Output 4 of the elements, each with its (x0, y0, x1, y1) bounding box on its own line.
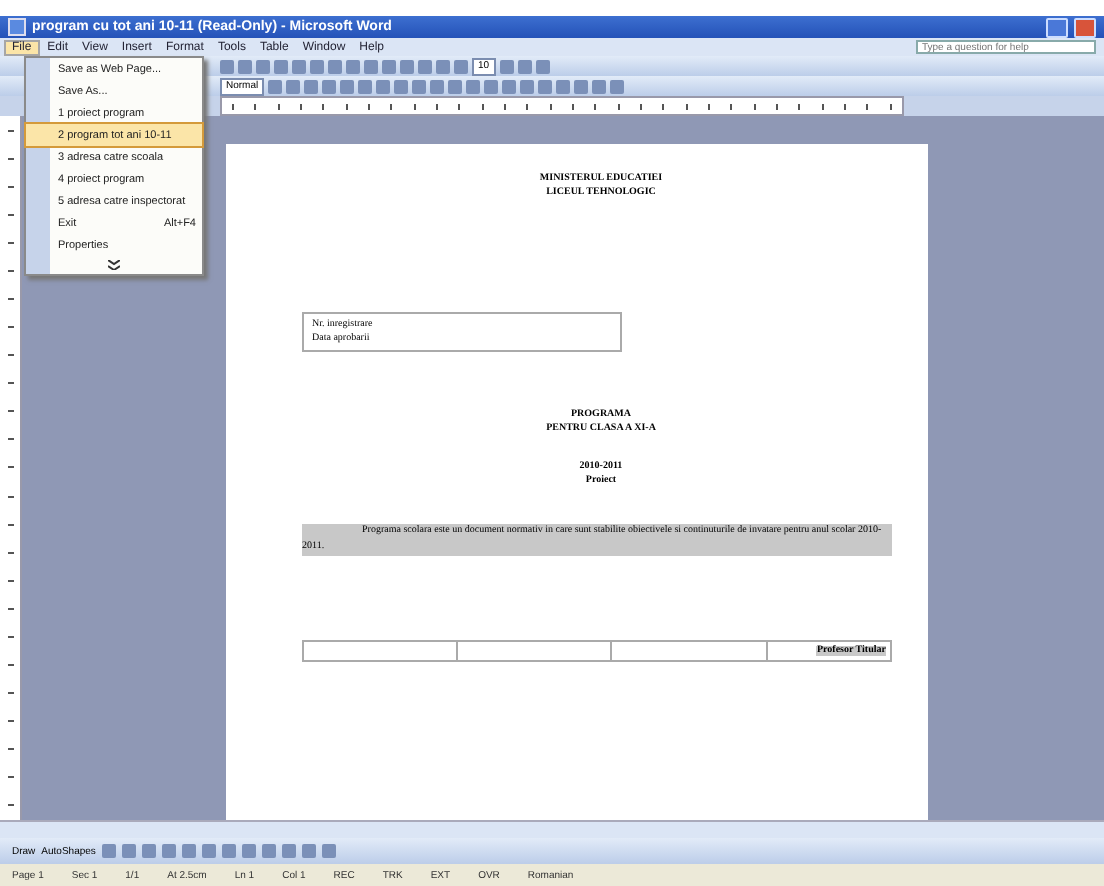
minimize-button[interactable] (1046, 17, 1068, 37)
close-button[interactable] (1074, 17, 1096, 37)
expand-chevron-icon[interactable] (108, 260, 120, 270)
horizontal-scrollbar[interactable] (0, 820, 1104, 838)
